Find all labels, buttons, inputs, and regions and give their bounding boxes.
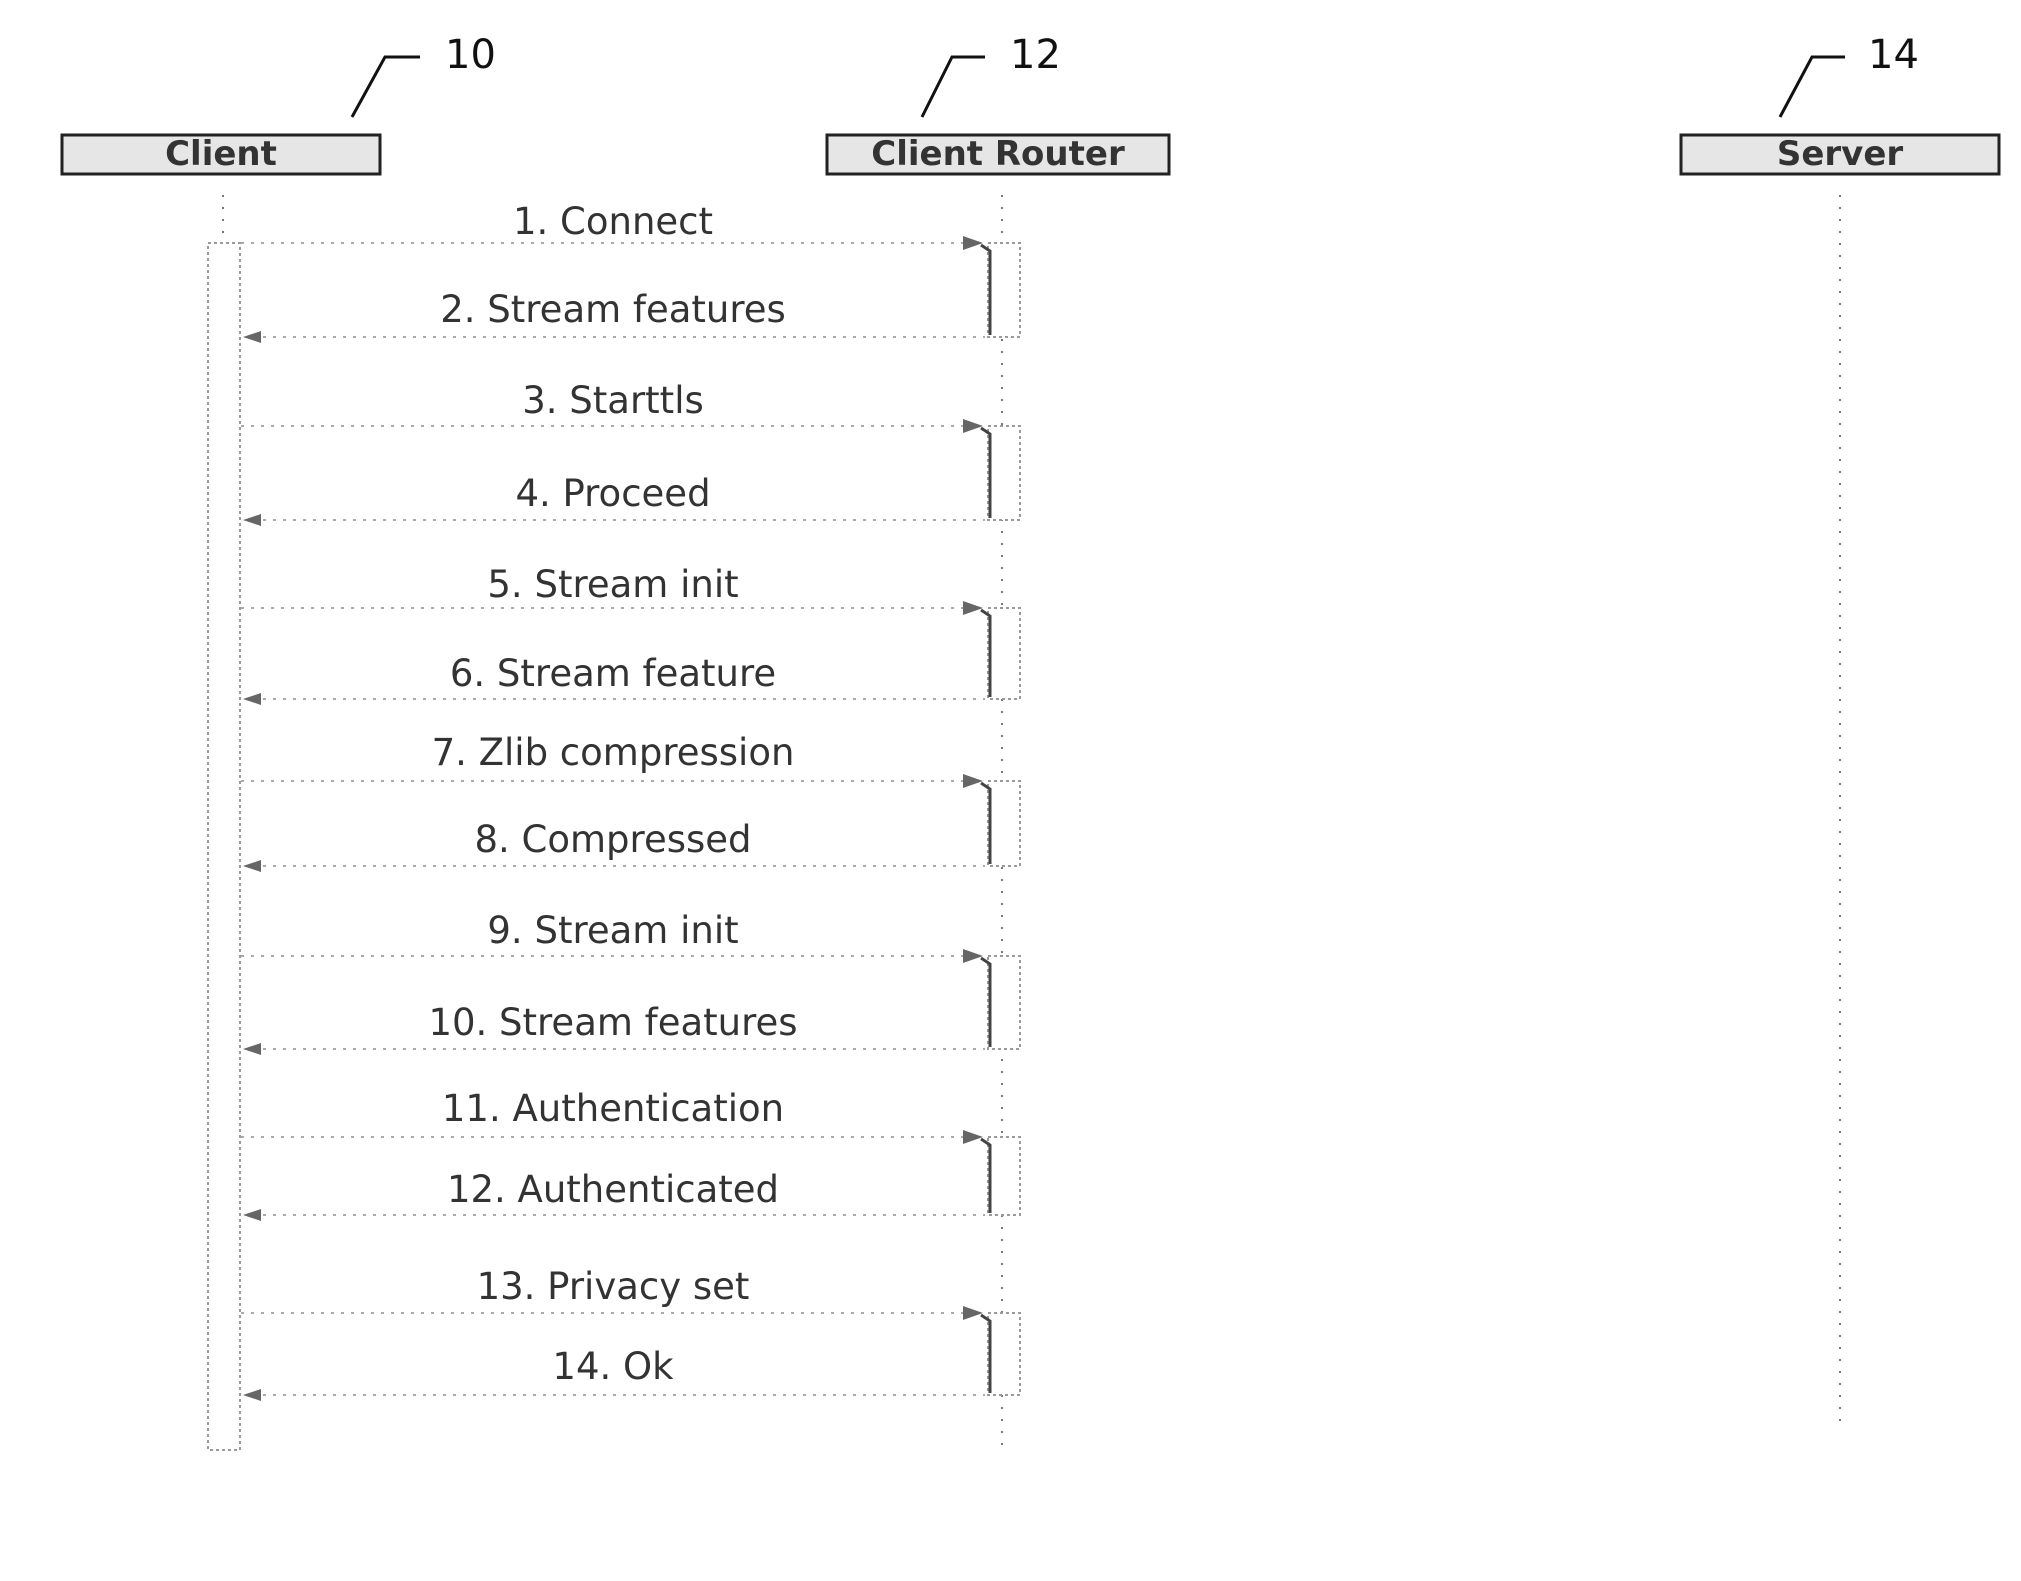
- actor-label-router: Client Router: [871, 134, 1125, 174]
- activation-client: [207, 242, 241, 1451]
- ref-number-client: 10: [445, 32, 496, 78]
- actor-label-server: Server: [1777, 134, 1904, 174]
- arrow-head-icon: [243, 1043, 261, 1055]
- message-14: 14. Ok: [243, 1345, 985, 1401]
- message-13: 13. Privacy set: [241, 1265, 983, 1320]
- message-8: 8. Compressed: [243, 818, 985, 872]
- arrow-head-icon: [243, 860, 261, 872]
- actor-label-client: Client: [165, 134, 277, 174]
- message-label: 11. Authentication: [442, 1087, 784, 1130]
- activation-hook: [980, 956, 992, 1047]
- message-label: 10. Stream features: [428, 1001, 797, 1044]
- arrow-head-icon: [963, 601, 983, 615]
- message-label: 7. Zlib compression: [432, 731, 795, 774]
- arrow-head-icon: [243, 1389, 261, 1401]
- activation-router: [987, 607, 1021, 700]
- message-label: 14. Ok: [552, 1345, 674, 1388]
- arrow-head-icon: [963, 949, 983, 963]
- message-3: 3. Starttls: [241, 379, 983, 433]
- message-11: 11. Authentication: [241, 1087, 983, 1144]
- message-label: 12. Authenticated: [447, 1168, 779, 1211]
- message-9: 9. Stream init: [241, 909, 983, 963]
- arrow-head-icon: [963, 419, 983, 433]
- ref-leader-server: [1778, 55, 1845, 118]
- activation-router: [987, 1312, 1021, 1396]
- actor-router: 12 Client Router: [825, 32, 1171, 176]
- ref-leader-client: [350, 55, 420, 118]
- actor-client: 10 Client: [60, 32, 496, 176]
- message-label: 5. Stream init: [487, 563, 738, 606]
- arrow-head-icon: [963, 774, 983, 788]
- message-label: 1. Connect: [513, 200, 713, 243]
- message-6: 6. Stream feature: [243, 652, 985, 705]
- activation-hook: [980, 781, 992, 864]
- message-10: 10. Stream features: [243, 1001, 985, 1055]
- message-5: 5. Stream init: [241, 563, 983, 615]
- activation-router: [987, 425, 1021, 521]
- activation-hook: [980, 243, 992, 335]
- activation-router: [987, 1136, 1021, 1216]
- message-label: 4. Proceed: [515, 472, 710, 515]
- activation-router: [987, 780, 1021, 867]
- arrow-head-icon: [963, 1306, 983, 1320]
- message-7: 7. Zlib compression: [241, 731, 983, 788]
- message-4: 4. Proceed: [243, 472, 985, 526]
- arrow-head-icon: [243, 331, 261, 343]
- message-label: 9. Stream init: [487, 909, 738, 952]
- message-label: 6. Stream feature: [450, 652, 776, 695]
- arrow-head-icon: [963, 1130, 983, 1144]
- arrow-head-icon: [243, 693, 261, 705]
- message-2: 2. Stream features: [243, 288, 985, 343]
- actor-server: 14 Server: [1679, 32, 2001, 176]
- activation-hook: [980, 608, 992, 697]
- ref-number-server: 14: [1868, 32, 1919, 78]
- message-label: 13. Privacy set: [477, 1265, 750, 1308]
- activation-router: [987, 242, 1021, 338]
- activation-router: [987, 955, 1021, 1050]
- arrow-head-icon: [243, 514, 261, 526]
- activation-hook: [980, 1313, 992, 1393]
- activation-hook: [980, 426, 992, 518]
- messages-group: 1. Connect 2. Stream features 3. Starttls 4…: [241, 200, 1021, 1401]
- message-label: 2. Stream features: [440, 288, 786, 331]
- sequence-diagram: 10 Client 12 Client Router 14 Server 1. …: [60, 32, 2001, 1451]
- arrow-head-icon: [243, 1209, 261, 1221]
- message-1: 1. Connect: [241, 200, 983, 250]
- ref-leader-router: [920, 55, 985, 118]
- activation-hook: [980, 1137, 992, 1213]
- arrow-head-icon: [963, 236, 983, 250]
- message-label: 3. Starttls: [522, 379, 704, 422]
- message-label: 8. Compressed: [474, 818, 751, 861]
- message-12: 12. Authenticated: [243, 1168, 985, 1221]
- ref-number-router: 12: [1010, 32, 1061, 78]
